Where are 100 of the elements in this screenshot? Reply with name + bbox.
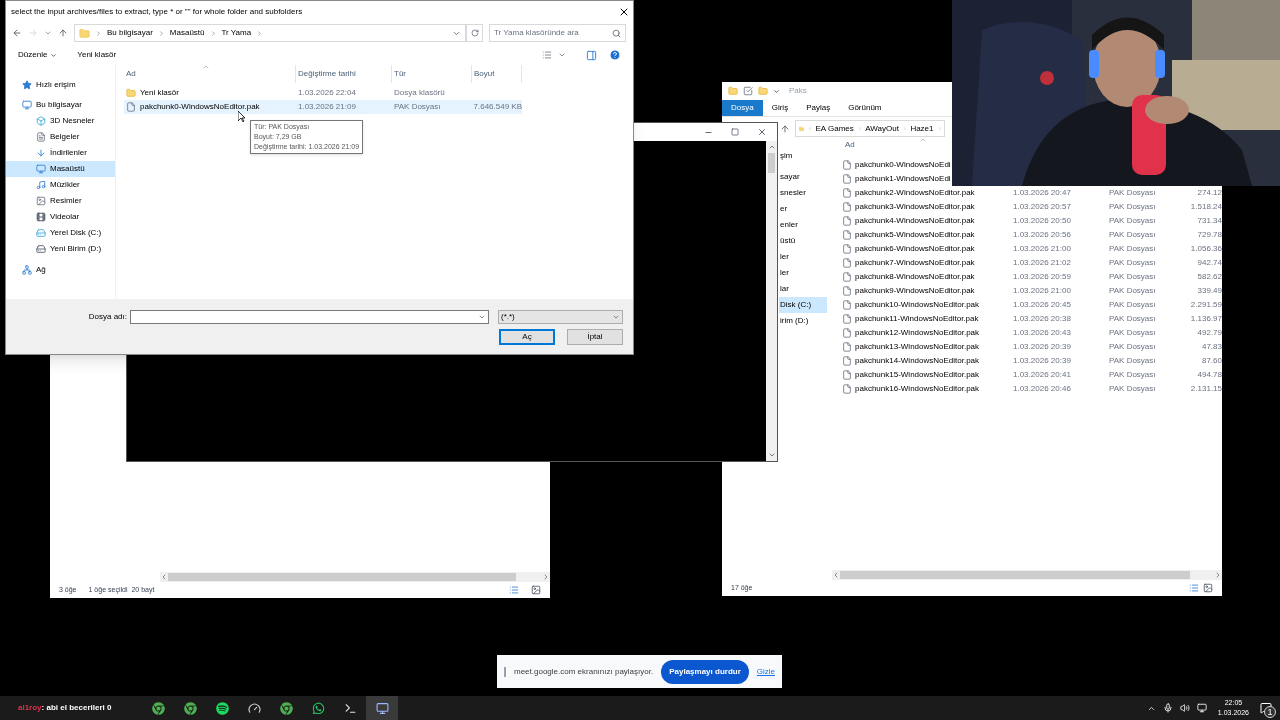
scroll-left-icon[interactable] [160,573,168,581]
file-type-dropdown[interactable]: (*.*) [498,310,623,324]
breadcrumb-item[interactable]: Haze1 [910,122,934,135]
nav-item[interactable]: Belgeler [6,129,115,145]
up-arrow-icon[interactable] [780,123,790,134]
nav-item[interactable]: Yeni Birim (D:) [6,241,115,257]
file-icon [842,258,852,268]
scroll-right-icon[interactable] [1214,571,1222,579]
drag-handle-icon[interactable] [504,666,506,677]
file-date: 1.03.2026 21:09 [297,101,357,113]
file-icon [842,174,852,184]
maximize-icon[interactable] [731,128,739,136]
address-bar[interactable]: Bu bilgisayar Masaüstü Tr Yama [74,24,466,42]
ribbon-tab[interactable]: Dosya [722,100,763,116]
file-name: pakchunk5-WindowsNoEditor.pak [855,229,976,241]
caret-icon[interactable] [44,29,52,37]
nav-item[interactable]: İndirilenler [6,145,115,161]
back-arrow-icon[interactable] [12,28,22,38]
file-name-field[interactable] [130,310,489,324]
thumbnail-view-icon[interactable] [1203,583,1213,593]
nav-item[interactable]: sayar [779,169,827,185]
monitor-icon [36,164,46,174]
refresh-button[interactable] [466,24,483,42]
microphone-icon[interactable] [1162,703,1173,713]
dialog-button[interactable]: Aç [499,329,555,345]
speaker-icon[interactable] [1179,703,1190,713]
nav-item[interactable]: şim [779,148,827,164]
caret-icon[interactable] [773,87,780,95]
file-type: PAK Dosyası [1109,257,1157,269]
breadcrumb-item[interactable]: Masaüstü [169,27,205,39]
stop-sharing-button[interactable]: Paylaşmayı durdur [661,659,749,684]
file-name: pakchunk0-WindowsNoEditor.pak [140,101,260,113]
breadcrumb-item[interactable]: Bu bilgisayar [107,27,153,39]
file-type: PAK Dosyası [1109,341,1157,353]
ribbon-tab[interactable]: Giriş [762,100,798,116]
scrollbar-thumb[interactable] [168,573,516,581]
file-date: 1.03.2026 21:00 [1013,243,1072,255]
nav-item[interactable]: ler [779,249,827,265]
nav-item[interactable]: Hızlı erişim [6,77,115,93]
column-header[interactable]: Ad [124,65,296,83]
down-arrow-icon [36,148,46,158]
nav-item[interactable]: ler [779,265,827,281]
dialog-button[interactable]: İptal [567,329,623,345]
nav-item[interactable]: üstü [779,233,827,249]
breadcrumb-item[interactable]: EA Games [815,122,854,135]
nav-item[interactable]: Videolar [6,209,115,225]
scrollbar-thumb[interactable] [768,153,775,173]
scrollbar-thumb[interactable] [840,571,1190,579]
nav-item[interactable]: Masaüstü [6,161,115,177]
thumbnail-view-icon[interactable] [531,585,541,595]
notification-badge: 1 [1264,706,1276,718]
help-icon[interactable] [609,49,621,61]
file-type: PAK Dosyası [1109,201,1157,213]
column-header[interactable]: Tür [392,65,472,83]
up-arrow-icon[interactable] [58,28,68,38]
breadcrumb-item[interactable]: AWayOut [865,122,899,135]
nav-item[interactable]: er [779,201,827,217]
close-icon[interactable] [757,127,767,137]
file-size: 1.518.24 [1189,201,1222,213]
column-header[interactable]: Boyut [472,65,522,83]
vertical-scrollbar[interactable] [766,141,777,461]
nav-item[interactable]: Disk (C:) [779,297,827,313]
file-size: 87.60 [1200,355,1222,367]
nav-item[interactable]: Resimler [6,193,115,209]
column-header[interactable]: Ad [845,139,855,151]
sort-caret-icon [202,63,210,71]
file-size: 1.056.36 [1189,243,1222,255]
ribbon-tab[interactable]: Görünüm [839,100,891,116]
ribbon-tab[interactable]: Paylaş [797,100,840,116]
nav-item[interactable]: lar [779,281,827,297]
nav-item[interactable]: Bu bilgisayar [6,97,115,113]
network-icon[interactable] [1196,703,1207,713]
file-icon [842,314,852,324]
toolbar-button[interactable]: Düzenle [18,49,58,61]
notifications-icon[interactable] [1260,702,1272,714]
sort-caret-icon [919,136,927,144]
file-row[interactable]: pakchunk0-WindowsNoEditor.pak 1.03.2026 21:09 PAK Dosyası 7.646.549 KB [124,100,522,114]
scroll-right-icon[interactable] [542,573,550,581]
terminal-icon [343,701,357,715]
caret-icon[interactable] [558,51,566,59]
nav-item[interactable]: Müzikler [6,177,115,193]
scroll-left-icon[interactable] [832,571,840,579]
whatsapp-icon [311,701,325,715]
toolbar-button[interactable]: Yeni klasör [77,49,117,61]
file-size: 7.646.549 KB [472,101,522,113]
address-bar[interactable]: EA Games AWayOut Haze1 [795,120,945,137]
nav-item[interactable]: 3D Nesneler [6,113,115,129]
nav-item[interactable]: snesler [779,185,827,201]
breadcrumb-item[interactable]: Tr Yama [221,27,252,39]
preview-pane-icon[interactable] [586,49,597,61]
nav-item[interactable]: Yerel Disk (C:) [6,225,115,241]
nav-item[interactable]: Ağ [6,262,115,278]
file-row[interactable]: Yeni klasör 1.03.2026 22:04 Dosya klasörü [124,86,522,100]
nav-item[interactable]: enler [779,217,827,233]
nav-item[interactable]: irim (D:) [779,313,827,329]
folder-icon [728,86,738,96]
taskbar-app[interactable] [366,696,398,720]
column-header[interactable]: Değiştirme tarihi [296,65,392,83]
hide-link[interactable]: Gizle [756,665,775,678]
search-field[interactable]: Tr Yama klasöründe ara [489,24,626,42]
